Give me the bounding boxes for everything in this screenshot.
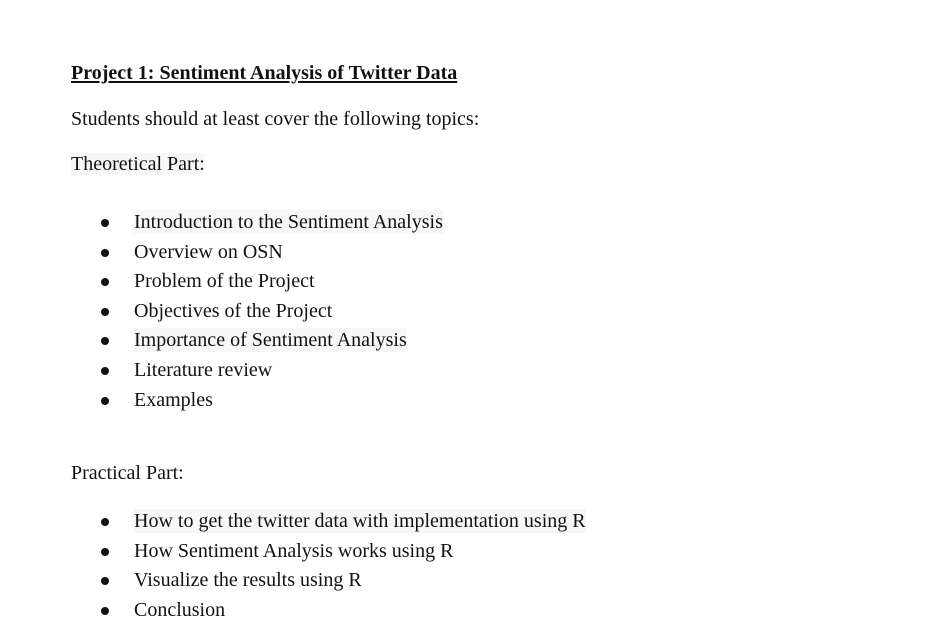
list-item-label: Problem of the Project xyxy=(134,270,315,293)
document-title: Project 1: Sentiment Analysis of Twitter… xyxy=(71,62,458,84)
theoretical-part-heading-text: Theoretical Part: xyxy=(71,153,205,175)
list-item-label: Overview on OSN xyxy=(134,240,283,263)
practical-part-heading: Practical Part: xyxy=(71,462,184,484)
bullet-icon xyxy=(101,547,109,556)
bullet-icon xyxy=(101,307,109,316)
bullet-icon xyxy=(101,278,109,287)
bullet-icon xyxy=(101,248,109,257)
list-item-label: Literature review xyxy=(134,358,273,381)
list-item-label: How Sentiment Analysis works using R xyxy=(134,539,454,562)
list-item-label: Importance of Sentiment Analysis xyxy=(134,328,407,353)
bullet-icon xyxy=(101,396,109,405)
list-item-label: Objectives of the Project xyxy=(134,299,333,322)
list-item-label: Examples xyxy=(134,388,213,411)
list-item-label: Visualize the results using R xyxy=(134,569,362,592)
document-page: Project 1: Sentiment Analysis of Twitter… xyxy=(0,0,951,633)
bullet-icon xyxy=(101,518,109,526)
list-item-label: Introduction to the Sentiment Analysis xyxy=(134,210,443,234)
bullet-icon xyxy=(101,577,109,586)
intro-paragraph: Students should at least cover the follo… xyxy=(71,108,480,130)
theoretical-part-heading: Theoretical Part: xyxy=(71,152,205,176)
list-item-label: Conclusion xyxy=(134,598,226,621)
bullet-icon xyxy=(101,366,109,375)
bullet-icon xyxy=(101,606,109,615)
bullet-icon xyxy=(101,337,109,346)
bullet-icon xyxy=(101,219,109,227)
list-item-label: How to get the twitter data with impleme… xyxy=(134,509,586,533)
